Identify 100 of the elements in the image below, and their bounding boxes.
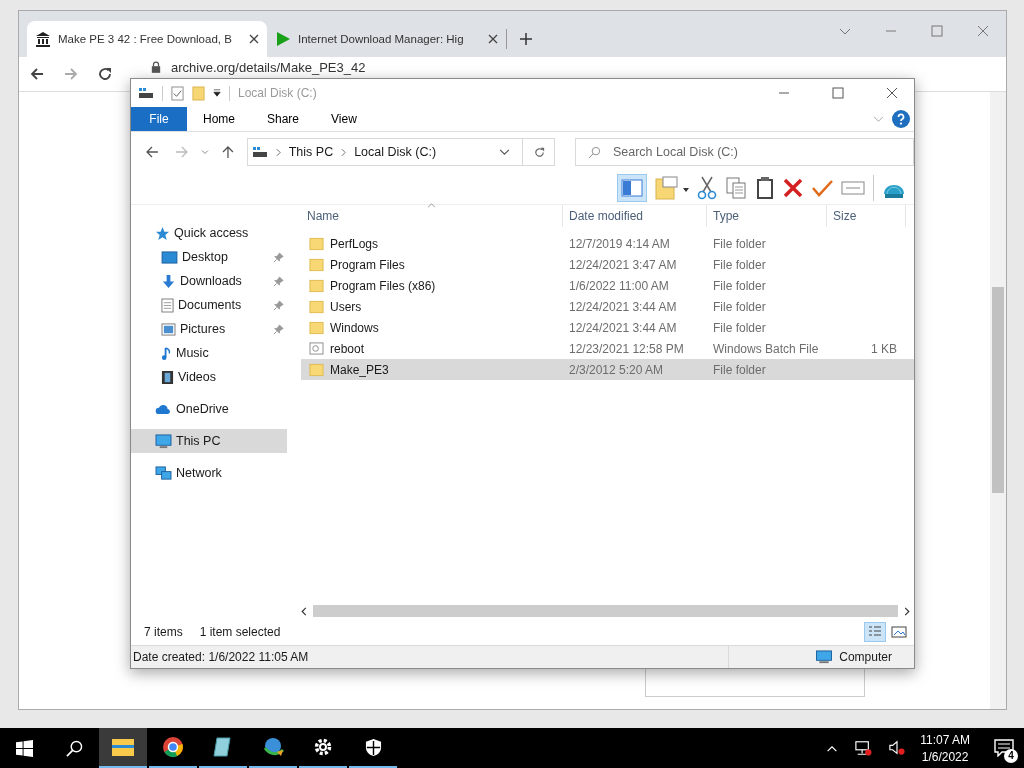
properties-icon[interactable] [171,85,184,101]
date-cell-text: 12/24/2021 3:47 AM [568,257,678,272]
up-icon[interactable] [220,145,235,159]
chevron-icon [341,147,347,157]
search-field[interactable]: Search Local Disk (C:) [574,138,914,166]
file-row[interactable]: PerfLogs 12/7/2019 4:14 AM File folder [301,233,914,254]
cut-icon[interactable] [697,176,717,200]
refresh-icon[interactable] [532,145,546,159]
file-row[interactable]: Windows 12/24/2021 3:44 AM File folder [301,317,914,338]
type-cell-text: Windows Batch File [712,341,820,356]
chevron-icon [275,147,281,157]
museum-icon [35,31,51,47]
help-icon[interactable] [892,110,910,128]
folder-icon [309,236,324,251]
date-cell-text: 12/23/2021 12:58 PM [568,341,685,356]
sort-caret-icon [427,203,436,208]
file-name: Users [330,299,362,314]
network-icon [155,465,172,481]
sidebar-item[interactable]: OneDrive [131,397,287,421]
chevron-up-icon[interactable] [826,744,839,752]
sidebar-item[interactable]: Music [131,341,287,365]
ribbon-tab[interactable]: Share [251,107,316,131]
type-cell-text: File folder [712,278,767,293]
column-header[interactable]: Name [301,205,563,227]
network-icon[interactable] [854,740,873,756]
browser-tab[interactable]: Make PE 3 42 : Free Download, B [27,21,267,57]
column-header[interactable]: Date modified [563,205,707,227]
address-text[interactable]: archive.org/details/Make_PE3_42 [171,59,366,75]
type-cell-text: File folder [712,320,767,335]
sidebar-item[interactable]: Videos [131,365,287,389]
type-cell-text: File folder [712,299,767,314]
scrollbar[interactable] [990,92,1006,709]
reload-icon[interactable] [97,66,113,82]
back-icon[interactable] [145,145,159,159]
start-icon[interactable] [16,739,33,757]
scroll-right-icon[interactable] [904,606,910,616]
date-cell-text: 12/7/2019 4:14 AM [568,236,671,251]
checkmark-icon[interactable] [811,178,833,198]
zone-label: Computer [839,650,892,664]
clock-date[interactable]: 1/6/2022 [921,749,969,764]
maximize-icon[interactable] [832,87,844,99]
file-row[interactable]: Program Files 12/24/2021 3:47 AM File folder [301,254,914,275]
folder-icon [309,257,324,272]
monitor-icon [155,433,172,449]
column-header[interactable]: Size [827,205,906,227]
sidebar-item[interactable]: Documents [131,293,287,317]
item-count: 7 items [144,625,183,639]
pane-icon [621,178,643,198]
file-name: Make_PE3 [330,362,389,377]
ribbon-tab[interactable]: View [315,107,373,131]
file-name: reboot [330,341,365,356]
search-icon [587,145,601,159]
round-logo-icon [162,736,184,758]
list-view-icon [867,625,883,639]
sidebar-item[interactable]: Network [131,461,287,485]
folder-icon [309,278,324,293]
taskbar-app[interactable] [99,728,147,768]
sidebar-item[interactable]: Desktop [131,245,287,269]
paste-icon[interactable] [755,176,775,200]
close-icon[interactable] [488,34,498,44]
close-icon[interactable] [886,87,898,99]
file-row[interactable]: reboot 12/23/2021 12:58 PM Windows Batch File 1 KB [301,338,914,359]
layout-pane-button[interactable] [617,174,647,202]
sidebar-item[interactable]: This PC [131,429,287,453]
sidebar-item[interactable]: Pictures [131,317,287,341]
dropdown-icon[interactable] [213,89,221,97]
muted-speaker-icon[interactable] [888,740,907,756]
document-icon [161,297,174,313]
date-cell-text: 12/24/2021 3:44 AM [568,299,678,314]
close-icon[interactable] [249,34,259,44]
breadcrumb-item[interactable]: Local Disk (C:) [354,145,437,159]
image-icon [161,322,176,336]
search-icon[interactable] [66,739,83,757]
folder-icon [111,737,135,757]
notification-icon[interactable] [994,739,1014,757]
file-name: Program Files (x86) [330,278,436,293]
scroll-left-icon[interactable] [301,606,307,616]
sidebar-item[interactable]: Downloads [131,269,287,293]
type-cell-text: File folder [712,236,767,251]
breadcrumb-item[interactable]: This PC [288,145,334,159]
folder-icon [309,299,324,314]
clock-time[interactable]: 11:07 AM [920,732,970,747]
file-row[interactable]: Make_PE3 2/3/2012 5:20 AM File folder [301,359,914,380]
new-tab-icon[interactable] [519,32,533,46]
sidebar-item[interactable]: Quick access [131,221,287,245]
address-bar[interactable]: This PC Local Disk (C:) [246,138,555,166]
cloud-icon [155,403,172,415]
notification-badge: 4 [1004,749,1018,763]
ribbon-tab[interactable]: Home [187,107,251,131]
file-row[interactable]: Users 12/24/2021 3:44 AM File folder [301,296,914,317]
film-icon [161,369,174,385]
file-tab[interactable]: File [131,107,187,131]
back-icon[interactable] [29,66,45,82]
column-header[interactable]: Type [707,205,827,227]
size-cell-text: 1 KB [870,341,898,356]
delete-icon[interactable] [783,178,803,198]
browser-tab[interactable]: Internet Download Manager: Hig [267,29,507,49]
image-icon [891,625,907,639]
folder-icon [309,320,324,335]
file-row[interactable]: Program Files (x86) 1/6/2022 11:00 AM File folder [301,275,914,296]
